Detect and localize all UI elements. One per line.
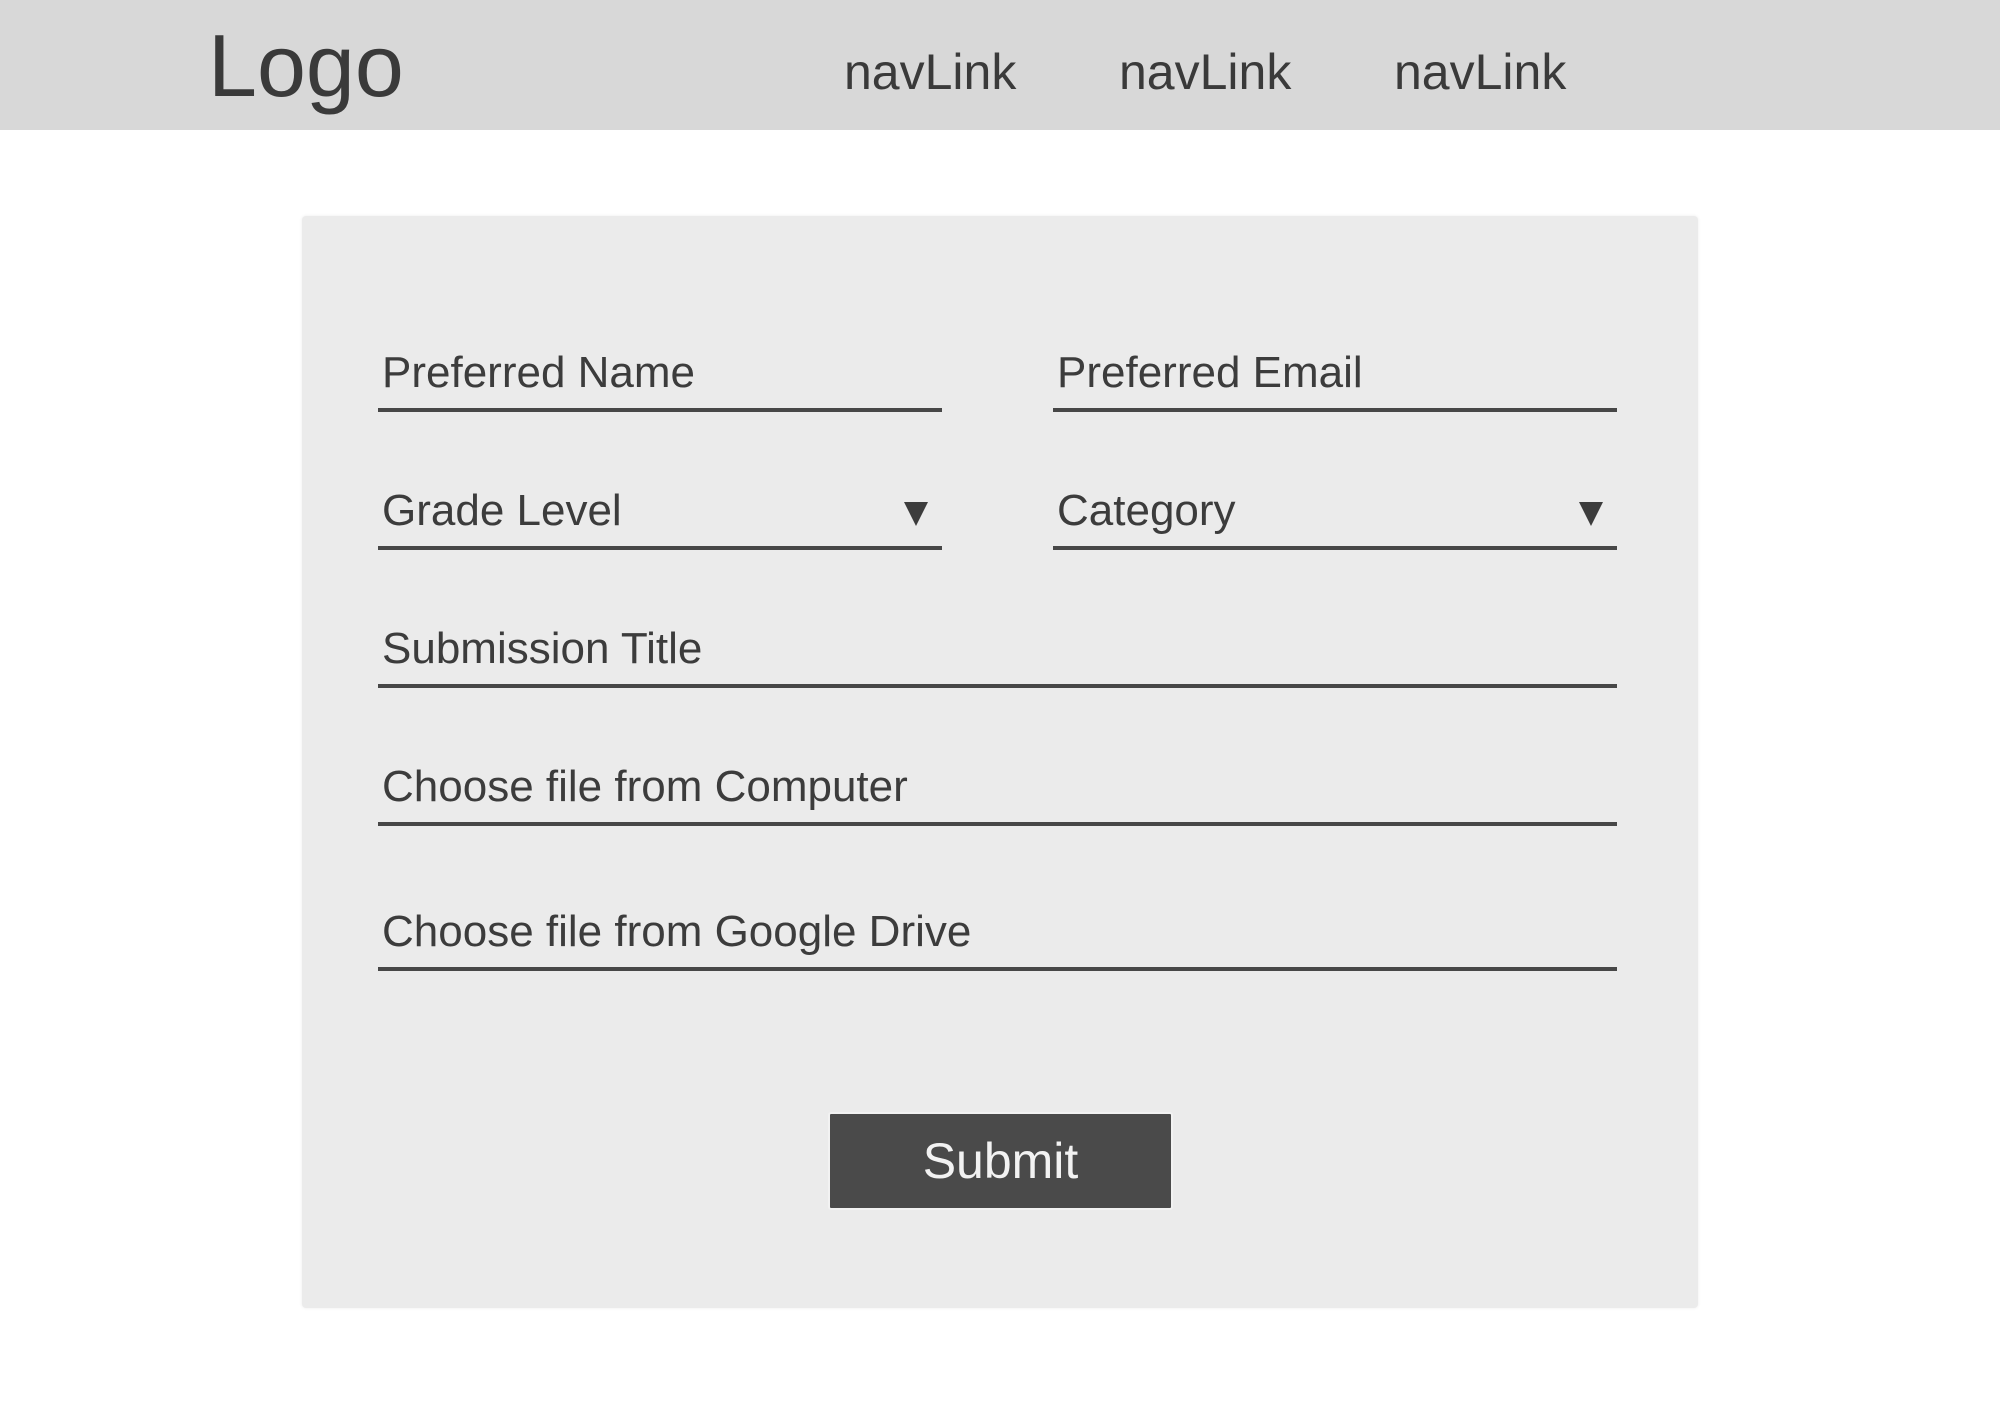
choose-file-computer-label: Choose file from Computer	[382, 762, 908, 811]
choose-file-google-drive-label: Choose file from Google Drive	[382, 907, 972, 956]
submission-title-field[interactable]: Submission Title	[378, 624, 1617, 688]
submit-button[interactable]: Submit	[828, 1112, 1173, 1210]
choose-file-google-drive[interactable]: Choose file from Google Drive	[378, 907, 1617, 971]
submission-form: Preferred Name Preferred Email Grade Lev…	[302, 216, 1698, 1308]
grade-level-select[interactable]: Grade Level	[378, 486, 942, 550]
chevron-down-icon	[904, 502, 928, 526]
choose-file-computer[interactable]: Choose file from Computer	[378, 762, 1617, 826]
preferred-name-field[interactable]: Preferred Name	[378, 348, 942, 412]
nav-link-3[interactable]: navLink	[1394, 42, 1566, 102]
preferred-name-placeholder: Preferred Name	[382, 348, 696, 397]
nav-link-1[interactable]: navLink	[844, 42, 1016, 102]
category-select[interactable]: Category	[1053, 486, 1617, 550]
preferred-email-field[interactable]: Preferred Email	[1053, 348, 1617, 412]
logo[interactable]: Logo	[208, 16, 404, 116]
nav-link-2[interactable]: navLink	[1119, 42, 1291, 102]
submission-title-placeholder: Submission Title	[382, 624, 703, 673]
page: Logo navLink navLink navLink Preferred N…	[0, 0, 2000, 1422]
category-placeholder: Category	[1057, 486, 1236, 535]
grade-level-placeholder: Grade Level	[382, 486, 622, 535]
top-nav-bar: Logo navLink navLink navLink	[0, 0, 2000, 130]
preferred-email-placeholder: Preferred Email	[1057, 348, 1363, 397]
chevron-down-icon	[1579, 502, 1603, 526]
